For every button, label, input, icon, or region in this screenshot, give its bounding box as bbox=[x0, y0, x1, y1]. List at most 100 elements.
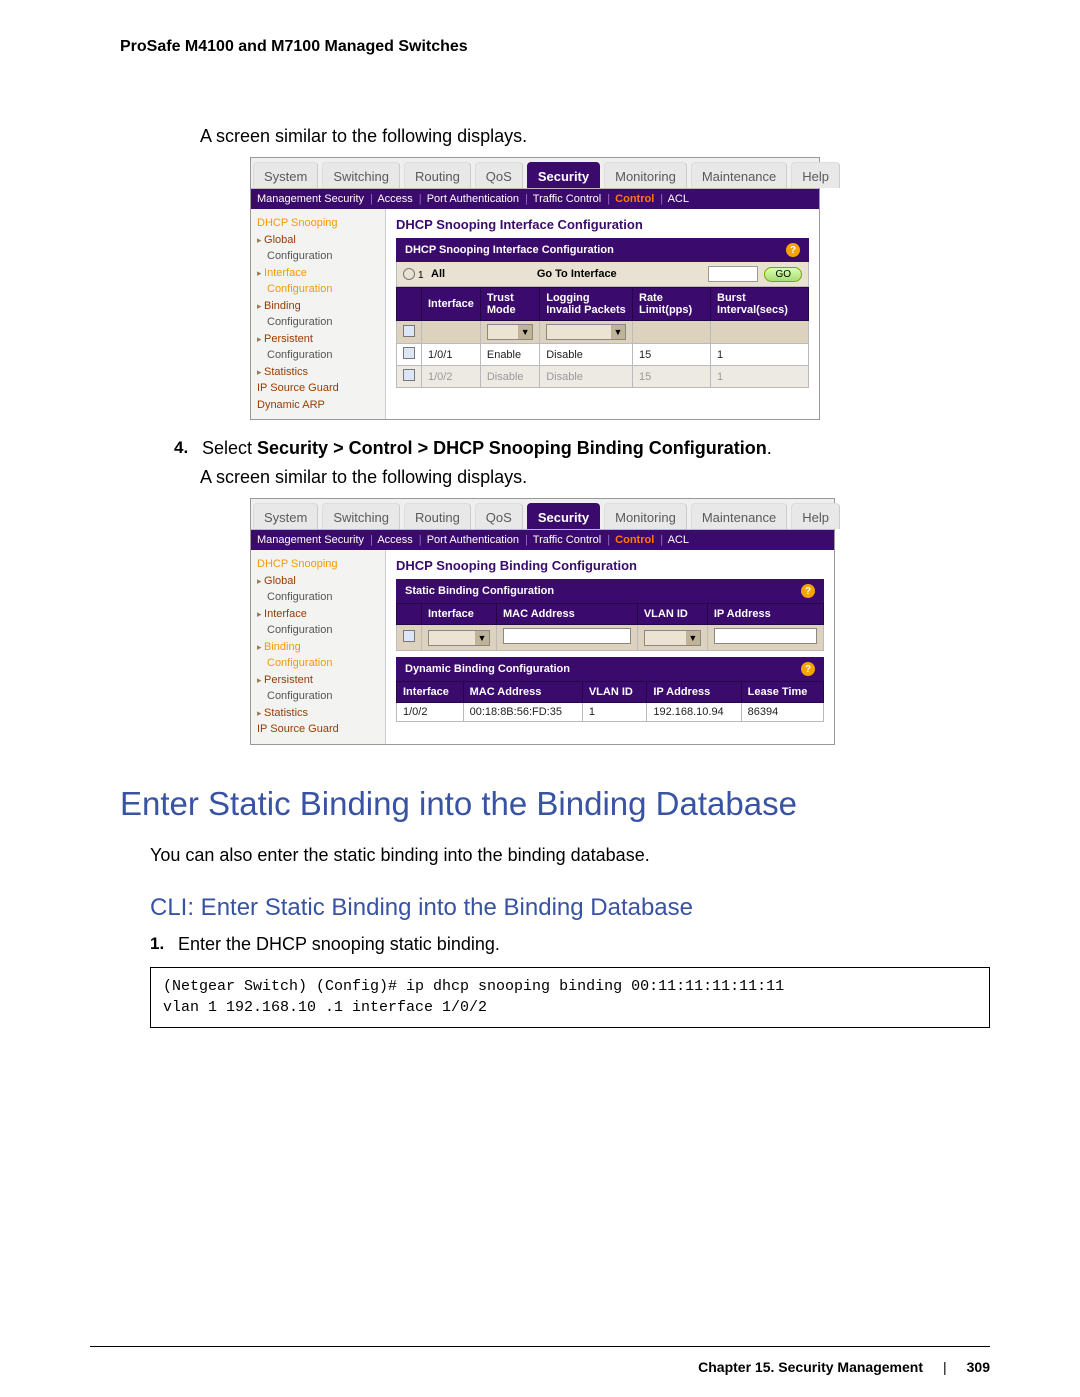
table-row: 1/0/1 Enable Disable 15 1 bbox=[397, 344, 809, 366]
tab-routing[interactable]: Routing bbox=[404, 503, 471, 529]
panel-title: DHCP Snooping Interface Configuration bbox=[396, 217, 809, 232]
subtab-acl[interactable]: ACL bbox=[668, 193, 689, 205]
tab-help[interactable]: Help bbox=[791, 162, 840, 188]
mac-input[interactable] bbox=[503, 628, 631, 644]
subtab-port-auth[interactable]: Port Authentication bbox=[427, 193, 519, 205]
help-icon[interactable]: ? bbox=[801, 662, 815, 676]
tab-system[interactable]: System bbox=[253, 503, 318, 529]
cell-log: Disable bbox=[540, 344, 633, 366]
subtab-bar: Management Security| Access| Port Authen… bbox=[251, 530, 834, 550]
tab-monitoring[interactable]: Monitoring bbox=[604, 503, 687, 529]
static-input-row: ▼ ▼ bbox=[397, 625, 824, 651]
table-row: 1/0/2 Disable Disable 15 1 bbox=[397, 366, 809, 388]
sidebar: DHCP Snooping Global Configuration Inter… bbox=[251, 550, 386, 744]
select-all-checkbox[interactable] bbox=[403, 325, 415, 337]
subtab-acl[interactable]: ACL bbox=[668, 534, 689, 546]
table-row: 1/0/2 00:18:8B:56:FD:35 1 192.168.10.94 … bbox=[397, 703, 824, 722]
cell-lease: 86394 bbox=[741, 703, 823, 722]
sidebar-global[interactable]: Global bbox=[257, 573, 381, 590]
th-chk bbox=[397, 288, 422, 321]
sidebar-interface[interactable]: Interface bbox=[257, 265, 381, 282]
cell-iface: 1/0/2 bbox=[422, 366, 481, 388]
sidebar-dhcp-snooping[interactable]: DHCP Snooping bbox=[257, 215, 381, 232]
subtab-control[interactable]: Control bbox=[615, 193, 654, 205]
vlan-select[interactable]: ▼ bbox=[644, 630, 701, 646]
sidebar-interface[interactable]: Interface bbox=[257, 606, 381, 623]
radio-all[interactable] bbox=[403, 268, 415, 280]
help-icon[interactable]: ? bbox=[786, 243, 800, 257]
th-interface: Interface bbox=[422, 604, 497, 625]
panel-title: DHCP Snooping Binding Configuration bbox=[396, 558, 824, 573]
tab-switching[interactable]: Switching bbox=[322, 503, 400, 529]
th-mac: MAC Address bbox=[463, 682, 582, 703]
tab-maintenance[interactable]: Maintenance bbox=[691, 503, 787, 529]
tab-monitoring[interactable]: Monitoring bbox=[604, 162, 687, 188]
tab-qos[interactable]: QoS bbox=[475, 503, 523, 529]
th-chk bbox=[397, 604, 422, 625]
th-logging: Logging Invalid Packets bbox=[540, 288, 633, 321]
interface-select[interactable]: ▼ bbox=[428, 630, 490, 646]
sidebar-persistent-config[interactable]: Configuration bbox=[267, 347, 381, 364]
row-checkbox[interactable] bbox=[403, 347, 415, 359]
tab-qos[interactable]: QoS bbox=[475, 162, 523, 188]
sidebar-persistent[interactable]: Persistent bbox=[257, 672, 381, 689]
all-label: All bbox=[431, 268, 445, 280]
subtab-access[interactable]: Access bbox=[377, 534, 412, 546]
subtab-access[interactable]: Access bbox=[377, 193, 412, 205]
dynamic-box-title: Dynamic Binding Configuration bbox=[405, 663, 570, 675]
step-number: 1. bbox=[150, 934, 170, 955]
tab-system[interactable]: System bbox=[253, 162, 318, 188]
sidebar-binding-config[interactable]: Configuration bbox=[267, 314, 381, 331]
subtab-traffic[interactable]: Traffic Control bbox=[533, 193, 601, 205]
sidebar-dynamic-arp[interactable]: Dynamic ARP bbox=[257, 397, 381, 414]
cell-log: Disable bbox=[540, 366, 633, 388]
tab-security[interactable]: Security bbox=[527, 503, 600, 529]
cell-rate: 15 bbox=[633, 366, 711, 388]
subtab-traffic[interactable]: Traffic Control bbox=[533, 534, 601, 546]
footer-rule bbox=[90, 1346, 990, 1347]
subtab-port-auth[interactable]: Port Authentication bbox=[427, 534, 519, 546]
row-checkbox[interactable] bbox=[403, 630, 415, 642]
go-to-label: Go To Interface bbox=[451, 268, 702, 280]
tab-switching[interactable]: Switching bbox=[322, 162, 400, 188]
cell-burst: 1 bbox=[711, 366, 809, 388]
sidebar-binding[interactable]: Binding bbox=[257, 639, 381, 656]
trust-select[interactable]: ▼ bbox=[487, 324, 533, 340]
sidebar-statistics[interactable]: Statistics bbox=[257, 705, 381, 722]
sidebar-dhcp-snooping[interactable]: DHCP Snooping bbox=[257, 556, 381, 573]
sidebar-interface-config[interactable]: Configuration bbox=[267, 622, 381, 639]
footer-page: 309 bbox=[967, 1359, 990, 1375]
tab-security[interactable]: Security bbox=[527, 162, 600, 188]
sidebar-persistent[interactable]: Persistent bbox=[257, 331, 381, 348]
sidebar-statistics[interactable]: Statistics bbox=[257, 364, 381, 381]
sidebar-global-config[interactable]: Configuration bbox=[267, 248, 381, 265]
tab-help[interactable]: Help bbox=[791, 503, 840, 529]
sidebar-global[interactable]: Global bbox=[257, 232, 381, 249]
sidebar-ip-source-guard[interactable]: IP Source Guard bbox=[257, 721, 381, 738]
filter-inputs-row: ▼ ▼ bbox=[397, 321, 809, 344]
page-footer: Chapter 15. Security Management | 309 bbox=[698, 1359, 990, 1375]
sidebar-global-config[interactable]: Configuration bbox=[267, 589, 381, 606]
sidebar-interface-config[interactable]: Configuration bbox=[267, 281, 381, 298]
tab-bar: System Switching Routing QoS Security Mo… bbox=[251, 499, 834, 530]
ip-input[interactable] bbox=[714, 628, 817, 644]
help-icon[interactable]: ? bbox=[801, 584, 815, 598]
sidebar-ip-source-guard[interactable]: IP Source Guard bbox=[257, 380, 381, 397]
cell-rate: 15 bbox=[633, 344, 711, 366]
cell-trust: Enable bbox=[480, 344, 539, 366]
cell-trust: Disable bbox=[480, 366, 539, 388]
row-checkbox[interactable] bbox=[403, 369, 415, 381]
subtab-mgmt-security[interactable]: Management Security bbox=[257, 534, 364, 546]
subtab-mgmt-security[interactable]: Management Security bbox=[257, 193, 364, 205]
go-to-input[interactable] bbox=[708, 266, 758, 282]
logging-select[interactable]: ▼ bbox=[546, 324, 626, 340]
cell-mac: 00:18:8B:56:FD:35 bbox=[463, 703, 582, 722]
sidebar-binding[interactable]: Binding bbox=[257, 298, 381, 315]
sidebar-binding-config[interactable]: Configuration bbox=[267, 655, 381, 672]
sidebar-persistent-config[interactable]: Configuration bbox=[267, 688, 381, 705]
cli-code-block: (Netgear Switch) (Config)# ip dhcp snoop… bbox=[150, 967, 990, 1029]
subtab-control[interactable]: Control bbox=[615, 534, 654, 546]
go-button[interactable]: GO bbox=[764, 267, 802, 282]
tab-routing[interactable]: Routing bbox=[404, 162, 471, 188]
tab-maintenance[interactable]: Maintenance bbox=[691, 162, 787, 188]
